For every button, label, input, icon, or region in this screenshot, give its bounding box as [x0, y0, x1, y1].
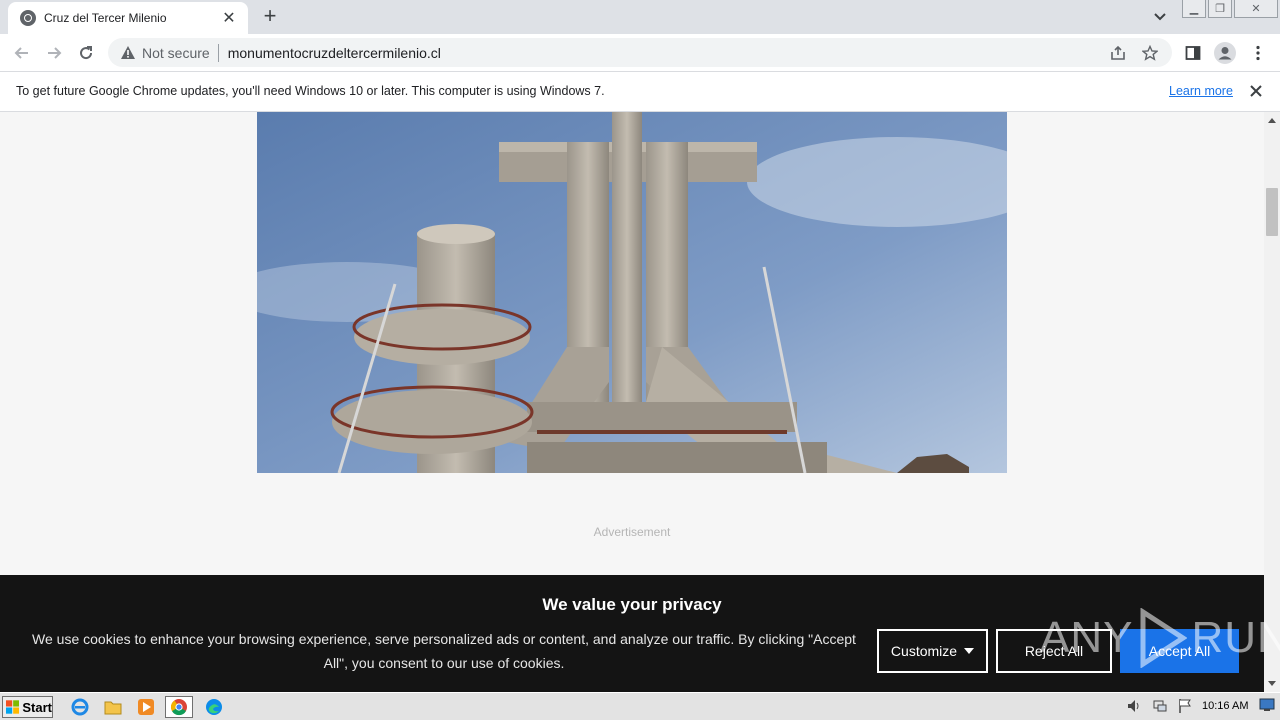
- chevron-down-icon: [1154, 13, 1166, 21]
- warning-icon[interactable]: [120, 45, 136, 61]
- start-button[interactable]: Start: [2, 696, 53, 718]
- url-text[interactable]: monumentocruzdeltercermilenio.cl: [228, 45, 1108, 61]
- omnibox-separator: [217, 43, 219, 62]
- security-label[interactable]: Not secure: [142, 45, 210, 61]
- back-button[interactable]: [9, 40, 35, 66]
- side-panel-icon[interactable]: [1182, 42, 1204, 64]
- taskbar-chrome[interactable]: [165, 696, 193, 718]
- taskbar-media-player[interactable]: [132, 696, 160, 718]
- show-desktop-icon[interactable]: [1259, 698, 1275, 712]
- update-infobar: To get future Google Chrome updates, you…: [0, 72, 1280, 112]
- scroll-up-arrow-icon[interactable]: [1268, 118, 1276, 123]
- folder-icon: [104, 701, 122, 715]
- media-player-icon: [138, 699, 154, 715]
- tab-strip: Cruz del Tercer Milenio ✕ + ▁ ❐ ✕: [0, 0, 1280, 34]
- forward-button[interactable]: [41, 40, 67, 66]
- advertisement-label: Advertisement: [593, 525, 671, 539]
- accept-all-button[interactable]: Accept All: [1120, 629, 1239, 673]
- taskbar-ie[interactable]: [66, 696, 94, 718]
- tab-title: Cruz del Tercer Milenio: [44, 11, 167, 25]
- profile-avatar[interactable]: [1214, 42, 1236, 64]
- cross-monument-illustration: [257, 112, 1007, 473]
- start-label: Start: [22, 699, 52, 715]
- tab-search-button[interactable]: [1150, 9, 1170, 25]
- reject-all-button[interactable]: Reject All: [996, 629, 1112, 673]
- share-icon[interactable]: [1108, 43, 1128, 63]
- ie-icon: [71, 698, 89, 716]
- cookie-title: We value your privacy: [542, 595, 722, 614]
- caret-down-icon: [964, 648, 975, 654]
- browser-toolbar: Not secure monumentocruzdeltercermilenio…: [0, 34, 1280, 72]
- infobar-message: To get future Google Chrome updates, you…: [16, 84, 605, 98]
- chrome-icon: [170, 699, 187, 716]
- reject-all-label: Reject All: [1024, 643, 1084, 659]
- infobar-close-icon[interactable]: [1246, 81, 1266, 101]
- window-close-button[interactable]: ✕: [1234, 0, 1278, 18]
- page-scrollbar[interactable]: [1264, 112, 1280, 692]
- minimize-button[interactable]: ▁: [1182, 0, 1206, 18]
- windows-taskbar: Start 10:16 AM: [0, 692, 1280, 720]
- back-arrow-icon: [14, 47, 28, 59]
- cookie-consent-banner: We value your privacy We use cookies to …: [0, 575, 1264, 692]
- address-bar[interactable]: Not secure monumentocruzdeltercermilenio…: [108, 38, 1172, 67]
- browser-tab[interactable]: Cruz del Tercer Milenio ✕: [8, 2, 248, 34]
- new-tab-button[interactable]: +: [258, 5, 282, 29]
- menu-kebab-icon[interactable]: [1247, 42, 1269, 64]
- reload-button[interactable]: [73, 40, 99, 66]
- edge-icon: [206, 699, 222, 715]
- taskbar-explorer[interactable]: [99, 696, 127, 718]
- window-controls: ▁ ❐ ✕: [1182, 0, 1278, 18]
- tab-close-icon[interactable]: ✕: [220, 8, 238, 28]
- network-icon[interactable]: [1152, 698, 1168, 714]
- accept-all-label: Accept All: [1148, 643, 1211, 659]
- restore-button[interactable]: ❐: [1208, 0, 1232, 18]
- scroll-down-arrow-icon[interactable]: [1268, 681, 1276, 686]
- customize-label: Customize: [890, 643, 958, 659]
- forward-arrow-icon: [48, 47, 62, 59]
- cookie-text: We use cookies to enhance your browsing …: [32, 631, 856, 671]
- action-center-flag-icon[interactable]: [1177, 698, 1193, 714]
- learn-more-link[interactable]: Learn more: [1169, 84, 1233, 98]
- bookmark-star-icon[interactable]: [1140, 43, 1160, 63]
- scrollbar-thumb[interactable]: [1266, 188, 1278, 236]
- volume-icon[interactable]: [1126, 698, 1142, 714]
- globe-icon: [20, 10, 36, 26]
- customize-button[interactable]: Customize: [877, 629, 988, 673]
- reload-icon: [80, 46, 93, 60]
- monument-photo: [257, 112, 1007, 473]
- windows-flag-icon: [6, 700, 20, 714]
- taskbar-clock[interactable]: 10:16 AM: [1202, 700, 1248, 712]
- taskbar-edge[interactable]: [200, 696, 228, 718]
